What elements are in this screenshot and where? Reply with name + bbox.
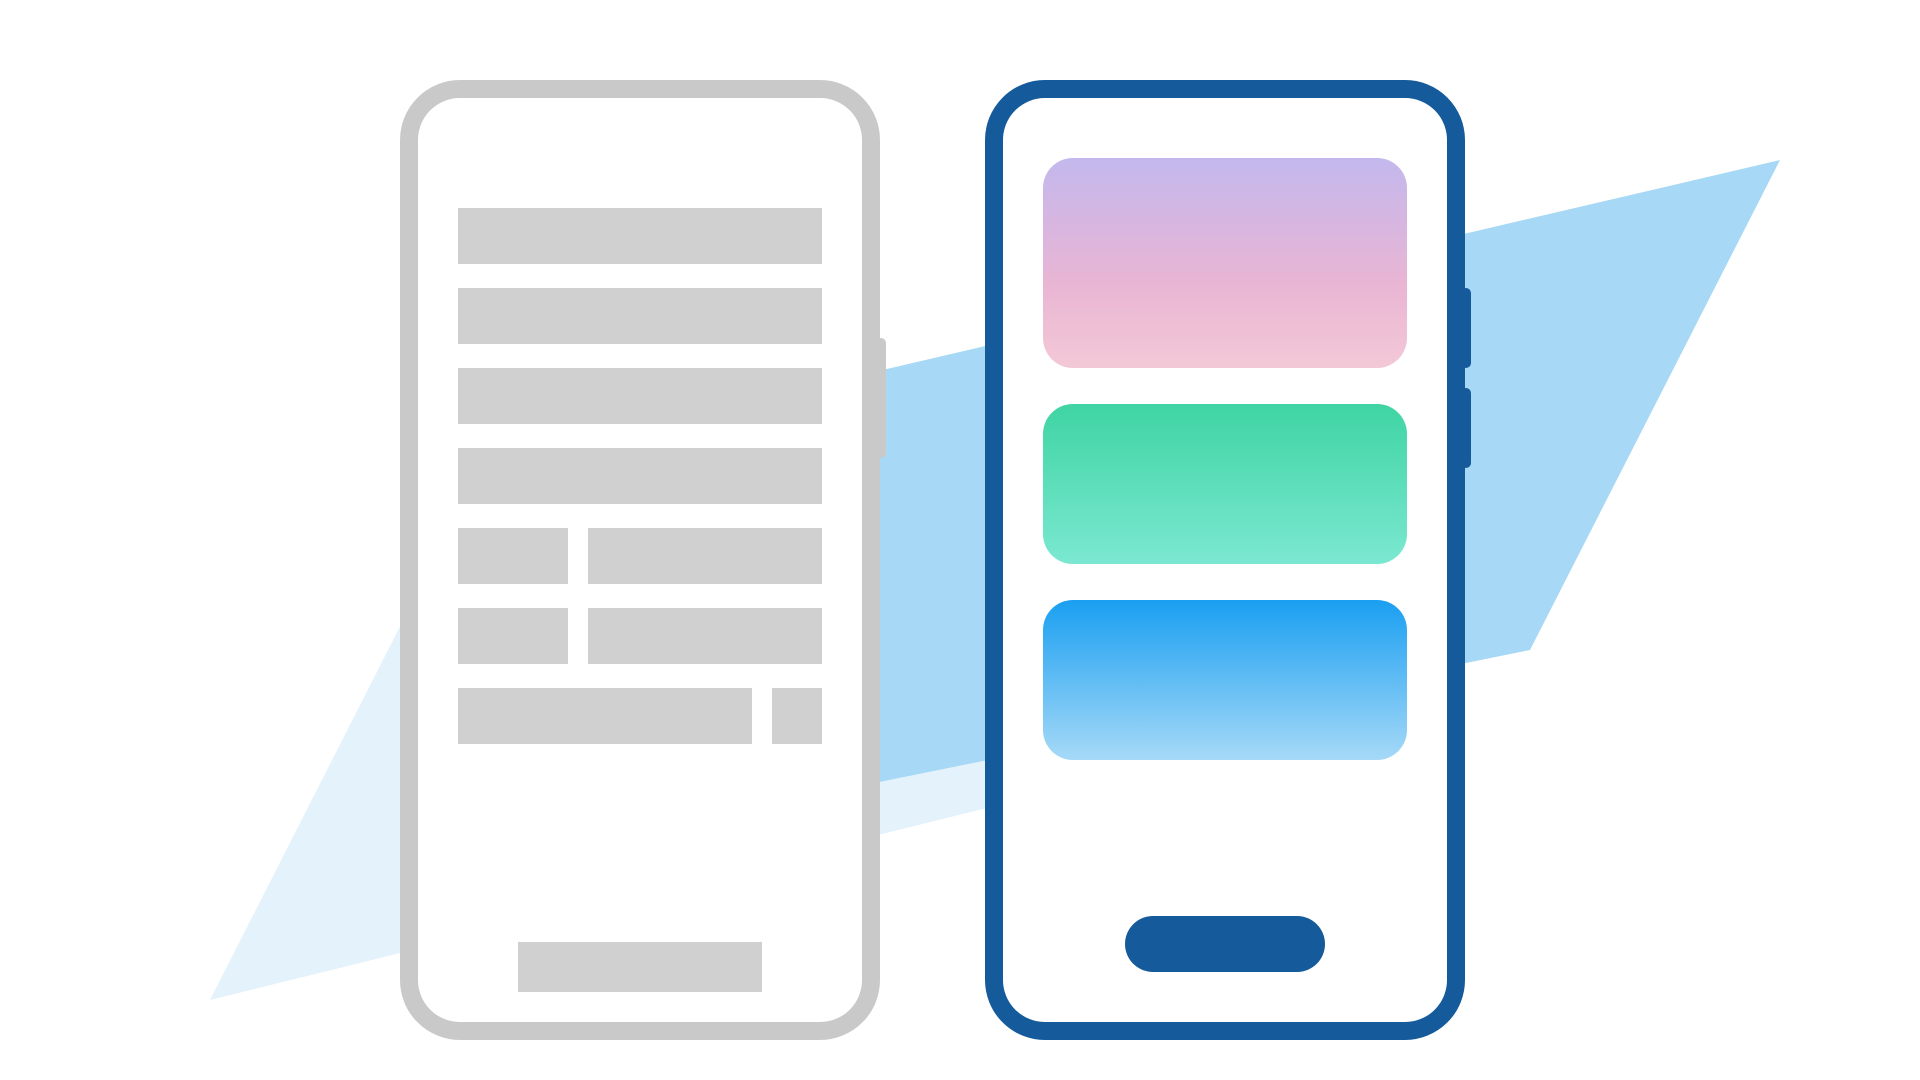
wireframe-bar bbox=[588, 608, 822, 664]
wireframe-bar bbox=[588, 528, 822, 584]
illustration-stage bbox=[0, 0, 1920, 1080]
background-band bbox=[0, 0, 1920, 1080]
phone-side-button bbox=[1461, 288, 1471, 368]
phone-wireframe bbox=[400, 80, 880, 1040]
wireframe-bar bbox=[458, 288, 822, 344]
phone-colorful bbox=[985, 80, 1465, 1040]
gradient-card-teal bbox=[1043, 404, 1407, 564]
wireframe-bar bbox=[772, 688, 822, 744]
wireframe-bar bbox=[458, 368, 822, 424]
wireframe-bar bbox=[458, 208, 822, 264]
phone-side-button bbox=[1461, 388, 1471, 468]
wireframe-row bbox=[458, 528, 822, 584]
wireframe-bar bbox=[458, 688, 752, 744]
wireframe-bar bbox=[458, 608, 568, 664]
colorful-screen bbox=[1043, 158, 1407, 992]
wireframe-row bbox=[458, 608, 822, 664]
primary-button-pill bbox=[1125, 916, 1325, 972]
gradient-card-purple bbox=[1043, 158, 1407, 368]
phone-side-button bbox=[876, 338, 886, 458]
wireframe-screen bbox=[458, 208, 822, 992]
gradient-card-blue bbox=[1043, 600, 1407, 760]
wireframe-bar bbox=[458, 448, 822, 504]
wireframe-bar bbox=[458, 528, 568, 584]
wireframe-bottom-bar bbox=[518, 942, 762, 992]
wireframe-row bbox=[458, 688, 822, 744]
